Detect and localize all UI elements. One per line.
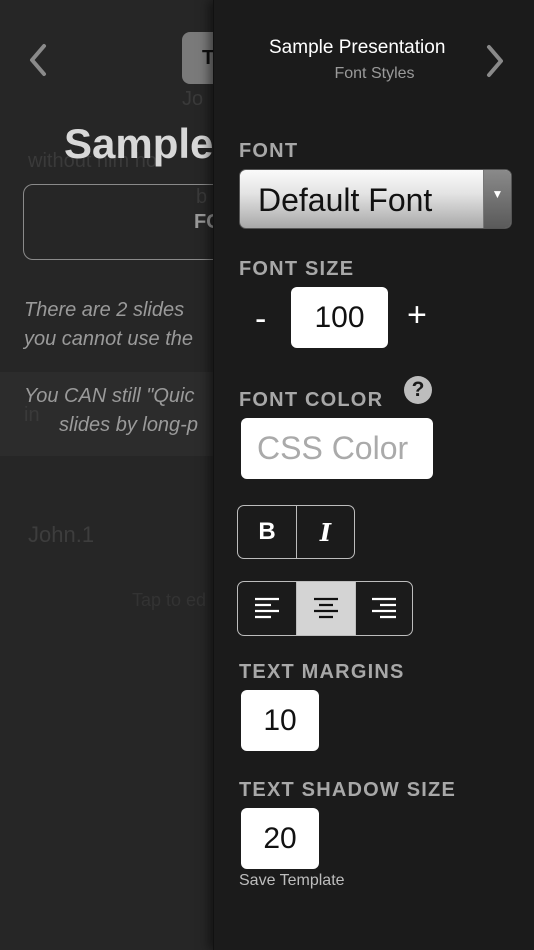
font-select[interactable]: Default Font ▼ bbox=[239, 169, 512, 229]
font-size-input[interactable]: 100 bbox=[291, 287, 388, 348]
align-right-button[interactable] bbox=[355, 582, 412, 635]
background-slide-name: John.1 bbox=[28, 522, 95, 547]
panel-header: Sample Presentation Font Styles bbox=[214, 0, 534, 95]
back-chevron-icon[interactable] bbox=[26, 40, 48, 80]
text-margins-input[interactable]: 10 bbox=[241, 690, 319, 751]
forward-chevron-icon[interactable] bbox=[484, 42, 506, 80]
font-color-label: FONT COLOR bbox=[239, 389, 384, 411]
align-center-button[interactable] bbox=[296, 582, 355, 635]
dropdown-arrow-icon: ▼ bbox=[483, 170, 511, 228]
background-slide-title: Sample bbox=[64, 120, 214, 167]
text-margins-label: TEXT MARGINS bbox=[239, 661, 405, 683]
background-ghost-text: Jo bbox=[182, 88, 204, 110]
bold-icon: B bbox=[258, 518, 276, 545]
align-left-button[interactable] bbox=[238, 582, 296, 635]
font-color-input[interactable] bbox=[241, 418, 433, 479]
font-size-increment-button[interactable]: + bbox=[407, 298, 427, 332]
font-label: FONT bbox=[239, 140, 299, 162]
help-icon[interactable]: ? bbox=[404, 376, 432, 404]
align-left-icon bbox=[255, 597, 279, 618]
background-notice-text: You CAN still "Quic slides by long-p bbox=[24, 382, 198, 440]
align-center-icon bbox=[314, 597, 338, 618]
text-shadow-size-label: TEXT SHADOW SIZE bbox=[239, 779, 456, 801]
bold-italic-toggle-group: B I bbox=[237, 505, 355, 559]
background-tap-hint: Tap to ed bbox=[132, 590, 207, 610]
text-shadow-size-input[interactable]: 20 bbox=[241, 808, 319, 869]
notice-line: You CAN still "Quic bbox=[24, 385, 195, 407]
italic-toggle[interactable]: I bbox=[295, 506, 354, 558]
text-alignment-group bbox=[237, 581, 413, 636]
align-right-icon bbox=[372, 597, 396, 618]
font-styles-panel: Sample Presentation Font Styles FONT Def… bbox=[213, 0, 534, 950]
font-size-decrement-button[interactable]: - bbox=[255, 302, 266, 336]
bold-toggle[interactable]: B bbox=[238, 506, 296, 558]
save-template-link[interactable]: Save Template bbox=[239, 872, 345, 890]
notice-line: slides by long-p bbox=[59, 414, 198, 436]
panel-title: Sample Presentation bbox=[269, 37, 446, 58]
italic-icon: I bbox=[319, 517, 332, 547]
font-size-label: FONT SIZE bbox=[239, 258, 355, 280]
font-select-value: Default Font bbox=[258, 182, 433, 218]
